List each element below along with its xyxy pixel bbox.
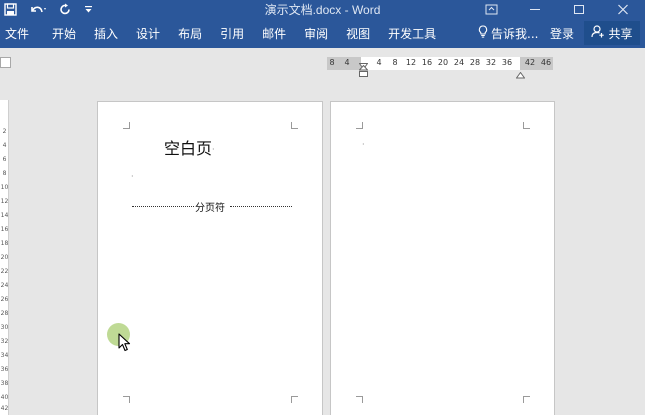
ruler-label: 4 [376,58,382,67]
ribbon-tabs: 文件 开始 插入 设计 布局 引用 邮件 审阅 视图 开发工具 [0,18,445,48]
ruler-label: 32 [0,338,9,345]
tab-mailings[interactable]: 邮件 [253,18,295,48]
page-break-line [132,206,194,207]
ruler-label: 8 [392,58,398,67]
document-page-2[interactable]: · [330,101,555,415]
ruler-label: 22 [0,268,9,275]
margin-corner-mark [523,122,530,129]
margin-corner-mark [291,396,298,403]
vertical-ruler[interactable]: 2 4 6 8 10 12 14 16 18 20 22 24 26 28 30… [0,100,9,415]
ruler-label: 8 [329,58,335,67]
tell-me-search[interactable]: 告诉我... [478,18,538,48]
tab-view[interactable]: 视图 [337,18,379,48]
ruler-label: 12 [0,198,9,205]
tab-layout[interactable]: 布局 [169,18,211,48]
ruler-label: 34 [0,352,9,359]
ruler-label: 36 [0,366,9,373]
ruler-label: 28 [469,58,481,67]
login-link[interactable]: 登录 [550,18,574,48]
tab-review[interactable]: 审阅 [295,18,337,48]
heading-text: 空白页 [164,139,213,158]
tab-design[interactable]: 设计 [127,18,169,48]
page-break-label: 分页符 [194,199,226,214]
ruler-label: 18 [0,240,9,247]
ruler-label: 12 [405,58,417,67]
share-button[interactable]: 共享 [584,21,640,45]
tab-selector[interactable] [0,57,11,68]
ruler-label: 40 [0,394,9,401]
margin-corner-mark [123,122,130,129]
page-break-line [230,206,292,207]
ruler-label: 4 [344,58,350,67]
ruler-label: 24 [0,282,9,289]
ribbon-display-icon[interactable] [469,0,513,18]
ruler-label: 2 [2,128,7,135]
paragraph-mark: · [362,140,365,149]
ruler-label: 36 [501,58,513,67]
ruler-label: 16 [421,58,433,67]
ruler-label: 10 [0,184,9,191]
ruler-label: 16 [0,226,9,233]
mouse-pointer-icon [118,333,132,357]
page-heading[interactable]: 空白页· [164,135,215,159]
tab-insert[interactable]: 插入 [85,18,127,48]
ruler-label: 8 [2,170,7,177]
paragraph-mark: · [131,172,134,181]
tab-references[interactable]: 引用 [211,18,253,48]
tell-me-label: 告诉我... [491,26,539,41]
ruler-label: 30 [0,324,9,331]
maximize-icon[interactable] [557,0,601,18]
right-indent-marker[interactable] [515,64,526,83]
close-icon[interactable] [601,0,645,18]
ruler-label: 14 [0,212,9,219]
paragraph-mark: · [212,145,215,154]
window-controls [469,0,645,18]
ribbon-tab-bar: 文件 开始 插入 设计 布局 引用 邮件 审阅 视图 开发工具 告诉我... 登… [0,18,645,48]
ruler-label: 32 [485,58,497,67]
ruler-label: 38 [0,380,9,387]
share-label: 共享 [608,26,633,41]
lightbulb-icon [478,25,488,41]
ruler-label: 42 [524,58,536,67]
ruler-label: 24 [453,58,465,67]
margin-corner-mark [123,396,130,403]
ruler-label: 6 [2,156,7,163]
margin-corner-mark [356,396,363,403]
margin-corner-mark [356,122,363,129]
document-page-1[interactable]: 空白页· · 分页符 [97,101,323,415]
minimize-icon[interactable] [513,0,557,18]
left-indent-marker[interactable] [358,64,369,83]
tab-developer[interactable]: 开发工具 [379,18,445,48]
ruler-label: 20 [437,58,449,67]
margin-corner-mark [523,396,530,403]
tab-home[interactable]: 开始 [43,18,85,48]
ruler-label: 28 [0,310,9,317]
person-add-icon [591,25,605,41]
ruler-label: 46 [540,58,552,67]
tab-file[interactable]: 文件 [0,18,43,48]
margin-corner-mark [291,122,298,129]
title-bar: 演示文档.docx - Word [0,0,645,18]
ruler-label: 4 [2,142,7,149]
ruler-label: 26 [0,296,9,303]
ruler-label: 42 [0,405,9,412]
ruler-label: 20 [0,254,9,261]
page-break[interactable]: 分页符 [132,199,292,214]
